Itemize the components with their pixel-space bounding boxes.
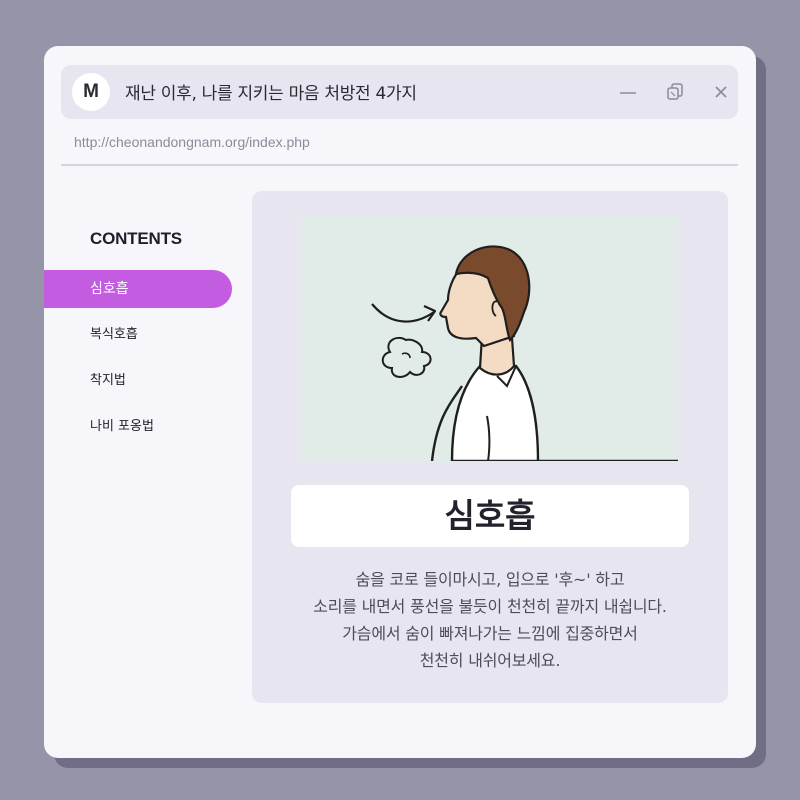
title-bar: M 재난 이후, 나를 지키는 마음 처방전 4가지	[61, 65, 738, 119]
description: 숨을 코로 들이마시고, 입으로 '후~' 하고 소리를 내면서 풍선을 불듯이…	[252, 566, 728, 674]
minimize-icon	[620, 92, 636, 94]
browser-window: M 재난 이후, 나를 지키는 마음 처방전 4가지 http://cheona…	[44, 46, 756, 758]
illustration-area	[302, 216, 678, 463]
description-line: 소리를 내면서 풍선을 불듯이 천천히 끝까지 내쉽니다.	[313, 597, 667, 616]
description-line: 가슴에서 숨이 빠져나가는 느낌에 집중하면서	[342, 624, 638, 643]
section-title-box: 심호흡	[291, 485, 689, 547]
close-icon	[715, 86, 727, 98]
sidebar-nav: 심호흡 복식호흡 착지법 나비 포옹법	[44, 270, 244, 454]
window-title: 재난 이후, 나를 지키는 마음 처방전 4가지	[125, 84, 417, 104]
description-line: 숨을 코로 들이마시고, 입으로 '후~' 하고	[355, 570, 625, 589]
site-logo: M	[72, 73, 110, 111]
restore-button[interactable]	[662, 79, 688, 105]
content-panel: 심호흡 숨을 코로 들이마시고, 입으로 '후~' 하고 소리를 내면서 풍선을…	[252, 191, 728, 703]
close-button[interactable]	[708, 79, 734, 105]
sidebar-item-grounding[interactable]: 착지법	[44, 362, 232, 400]
restore-icon	[667, 83, 683, 100]
person-exhaling-illustration	[371, 245, 678, 463]
section-title: 심호흡	[444, 496, 536, 535]
divider	[61, 164, 738, 166]
address-bar[interactable]: http://cheonandongnam.org/index.php	[74, 134, 310, 150]
sidebar-item-butterfly-hug[interactable]: 나비 포옹법	[44, 408, 232, 446]
sidebar-item-deep-breathing[interactable]: 심호흡	[44, 270, 232, 308]
contents-heading: CONTENTS	[90, 229, 182, 248]
minimize-button[interactable]	[615, 79, 641, 105]
description-line: 천천히 내쉬어보세요.	[419, 651, 561, 670]
sidebar-item-abdominal-breathing[interactable]: 복식호흡	[44, 316, 232, 354]
